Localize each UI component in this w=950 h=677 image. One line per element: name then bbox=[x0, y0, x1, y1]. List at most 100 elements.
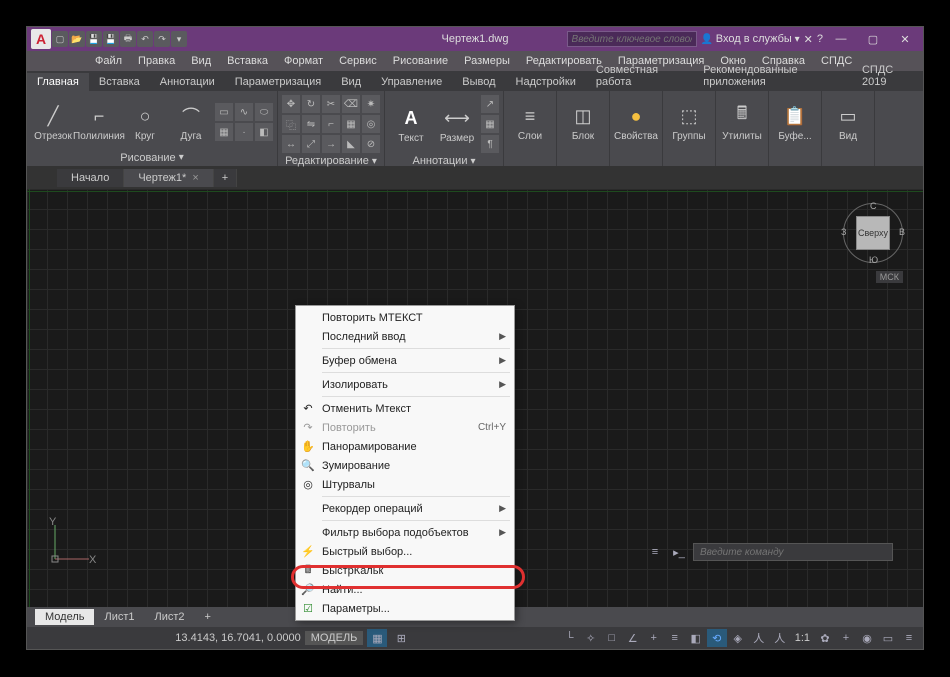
move-icon[interactable]: ✥ bbox=[282, 95, 300, 113]
tab-addins[interactable]: Надстройки bbox=[506, 73, 586, 91]
open-icon[interactable]: 📂 bbox=[69, 31, 85, 47]
text-button[interactable]: AТекст bbox=[389, 97, 433, 151]
menu-edit[interactable]: Правка bbox=[130, 53, 183, 69]
spline-icon[interactable]: ∿ bbox=[235, 103, 253, 121]
wcs-label[interactable]: МСК bbox=[876, 271, 903, 283]
tab-insert[interactable]: Вставка bbox=[89, 73, 150, 91]
panel-modify-title[interactable]: Редактирование bbox=[285, 155, 369, 167]
hardware-icon[interactable]: ◉ bbox=[857, 629, 877, 647]
break-icon[interactable]: ⊘ bbox=[362, 135, 380, 153]
cmdline-handle-icon[interactable]: ≡ bbox=[645, 543, 665, 561]
ctx-find[interactable]: 🔎Найти... bbox=[296, 580, 514, 599]
exchange-icon[interactable]: ✕ bbox=[804, 33, 813, 46]
plot-icon[interactable]: 🖶 bbox=[120, 31, 136, 47]
ctx-isolate[interactable]: Изолировать▶ bbox=[296, 375, 514, 394]
tab-view[interactable]: Вид bbox=[331, 73, 371, 91]
tab-collab[interactable]: Совместная работа bbox=[586, 61, 693, 91]
layout-add[interactable]: + bbox=[195, 609, 221, 625]
maximize-button[interactable]: ▢ bbox=[859, 29, 887, 49]
customize-icon[interactable]: ≡ bbox=[899, 629, 919, 647]
ctx-options[interactable]: ☑Параметры... bbox=[296, 599, 514, 618]
ctx-recent-input[interactable]: Последний ввод▶ bbox=[296, 327, 514, 346]
snap-toggle-icon[interactable]: ⊞ bbox=[391, 629, 411, 647]
osnap-icon[interactable]: □ bbox=[602, 629, 622, 647]
panel-draw-title[interactable]: Рисование bbox=[120, 152, 175, 164]
ctx-steeringwheel[interactable]: ◎Штурвалы bbox=[296, 475, 514, 494]
hatch-icon[interactable]: ▦ bbox=[215, 123, 233, 141]
layout-sheet2[interactable]: Лист2 bbox=[145, 609, 195, 625]
array-icon[interactable]: ▦ bbox=[342, 115, 360, 133]
ctx-quickcalc[interactable]: 🖩БыстрКальк bbox=[296, 561, 514, 580]
view-button[interactable]: ▭Вид bbox=[826, 95, 870, 149]
minimize-button[interactable]: — bbox=[827, 29, 855, 49]
trim-icon[interactable]: ✂ bbox=[322, 95, 340, 113]
annoscale-icon[interactable]: 人 bbox=[749, 629, 769, 647]
mirror-icon[interactable]: ⇋ bbox=[302, 115, 320, 133]
ctx-quick-select[interactable]: ⚡Быстрый выбор... bbox=[296, 542, 514, 561]
redo-icon[interactable]: ↷ bbox=[154, 31, 170, 47]
point-icon[interactable]: · bbox=[235, 123, 253, 141]
tab-start[interactable]: Начало bbox=[57, 169, 124, 187]
rect-icon[interactable]: ▭ bbox=[215, 103, 233, 121]
rotate-icon[interactable]: ↻ bbox=[302, 95, 320, 113]
polyline-button[interactable]: ⌐Полилиния bbox=[77, 95, 121, 149]
layout-sheet1[interactable]: Лист1 bbox=[94, 609, 144, 625]
ctx-clipboard[interactable]: Буфер обмена▶ bbox=[296, 351, 514, 370]
close-tab-icon[interactable]: × bbox=[192, 172, 198, 184]
ctx-pan[interactable]: ✋Панорамирование bbox=[296, 437, 514, 456]
layers-button[interactable]: ≡Слои bbox=[508, 95, 552, 149]
ortho-icon[interactable]: └ bbox=[560, 629, 580, 647]
qat-more-icon[interactable]: ▾ bbox=[171, 31, 187, 47]
menu-view[interactable]: Вид bbox=[183, 53, 219, 69]
tab-annotate[interactable]: Аннотации bbox=[150, 73, 225, 91]
ctx-subobject-filter[interactable]: Фильтр выбора подобъектов▶ bbox=[296, 523, 514, 542]
offset-icon[interactable]: ◎ bbox=[362, 115, 380, 133]
space-toggle[interactable]: МОДЕЛЬ bbox=[305, 631, 364, 645]
circle-button[interactable]: ○Круг bbox=[123, 95, 167, 149]
chamfer-icon[interactable]: ◣ bbox=[342, 135, 360, 153]
groups-button[interactable]: ⬚Группы bbox=[667, 95, 711, 149]
dimension-button[interactable]: ⟷Размер bbox=[435, 97, 479, 151]
3dosnap-icon[interactable]: ◈ bbox=[728, 629, 748, 647]
menu-tools[interactable]: Сервис bbox=[331, 53, 385, 69]
save-icon[interactable]: 💾 bbox=[86, 31, 102, 47]
tab-drawing1[interactable]: Чертеж1*× bbox=[124, 169, 213, 187]
menu-dimension[interactable]: Размеры bbox=[456, 53, 518, 69]
props-button[interactable]: ●Свойства bbox=[614, 95, 658, 149]
menu-format[interactable]: Формат bbox=[276, 53, 331, 69]
utils-button[interactable]: 🖩Утилиты bbox=[720, 95, 764, 149]
line-button[interactable]: ╱Отрезок bbox=[31, 95, 75, 149]
erase-icon[interactable]: ⌫ bbox=[342, 95, 360, 113]
tab-manage[interactable]: Управление bbox=[371, 73, 452, 91]
region-icon[interactable]: ◧ bbox=[255, 123, 273, 141]
layout-model[interactable]: Модель bbox=[35, 609, 94, 625]
workspace-icon[interactable]: ✿ bbox=[815, 629, 835, 647]
help-icon[interactable]: ? bbox=[817, 33, 823, 45]
close-button[interactable]: ✕ bbox=[891, 29, 919, 49]
cleanscreen-icon[interactable]: ▭ bbox=[878, 629, 898, 647]
ctx-action-recorder[interactable]: Рекордер операций▶ bbox=[296, 499, 514, 518]
cycling-icon[interactable]: ⟲ bbox=[707, 629, 727, 647]
polar-icon[interactable]: ✧ bbox=[581, 629, 601, 647]
ctx-undo[interactable]: ↶Отменить Мтекст bbox=[296, 399, 514, 418]
block-button[interactable]: ◫Блок bbox=[561, 95, 605, 149]
scale-display[interactable]: 1:1 bbox=[791, 632, 814, 644]
clipboard-button[interactable]: 📋Буфе... bbox=[773, 95, 817, 149]
tab-spds[interactable]: СПДС 2019 bbox=[852, 61, 923, 91]
grid-toggle-icon[interactable]: ▦ bbox=[367, 629, 387, 647]
search-input[interactable] bbox=[567, 31, 697, 47]
new-icon[interactable]: ▢ bbox=[52, 31, 68, 47]
ellipse-icon[interactable]: ⬭ bbox=[255, 103, 273, 121]
extend-icon[interactable]: → bbox=[322, 135, 340, 153]
isolate-icon[interactable]: + bbox=[836, 629, 856, 647]
lineweight-icon[interactable]: ≡ bbox=[665, 629, 685, 647]
copy-icon[interactable]: ⿻ bbox=[282, 115, 300, 133]
fillet-icon[interactable]: ⌐ bbox=[322, 115, 340, 133]
tab-featured[interactable]: Рекомендованные приложения bbox=[693, 61, 852, 91]
table-icon[interactable]: ▦ bbox=[481, 115, 499, 133]
stretch-icon[interactable]: ↔ bbox=[282, 135, 300, 153]
leader-icon[interactable]: ↗ bbox=[481, 95, 499, 113]
viewcube[interactable]: Сверху С Ю В З bbox=[843, 203, 903, 263]
arc-button[interactable]: ⌒Дуга bbox=[169, 95, 213, 149]
tab-output[interactable]: Вывод bbox=[452, 73, 505, 91]
